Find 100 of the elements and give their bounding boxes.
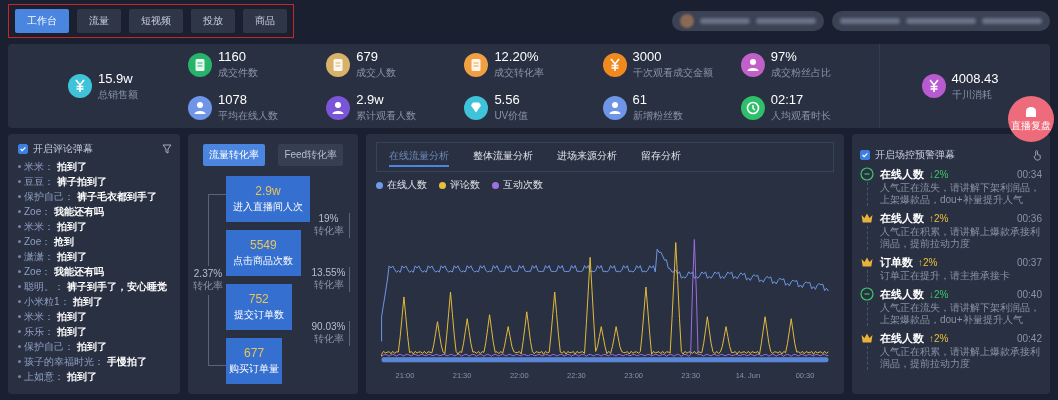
alert-text: 人气正在流失，请讲解下架利润品，上架爆款品，dou+补量提升人气 xyxy=(880,302,1041,326)
account-pill[interactable] xyxy=(832,11,1050,31)
stat-value: 2.9w xyxy=(356,92,385,107)
nav-tab[interactable]: 工作台 xyxy=(15,9,69,33)
alert-change: ↓2% xyxy=(929,169,949,180)
comment-author: 米米： xyxy=(24,220,54,233)
stat-value: 61 xyxy=(632,92,649,107)
alert-change: ↑2% xyxy=(918,257,938,268)
funnel-tab[interactable]: Feed转化率 xyxy=(278,144,344,166)
stat-label: 成交转化率 xyxy=(494,66,545,80)
alert-title: 在线人数 xyxy=(880,287,924,302)
stat-label: 千次观看成交金额 xyxy=(632,66,713,80)
chart-tab[interactable]: 整体流量分析 xyxy=(473,147,533,167)
legend-label: 评论数 xyxy=(450,178,480,192)
stat-value: 97% xyxy=(770,49,798,64)
checkbox[interactable] xyxy=(18,144,28,154)
axis-label: 21:30 xyxy=(452,370,472,381)
legend-label: 互动次数 xyxy=(503,178,543,192)
comment-text: 拍到了 xyxy=(72,295,103,308)
alert-text: 人气正在流失，请讲解下架利润品，上架爆款品，dou+补量提升人气 xyxy=(880,182,1041,206)
rate-label: 转化率 xyxy=(193,278,223,293)
comment-text: 裤子拍到了 xyxy=(57,175,107,188)
alert-title: 在线人数 xyxy=(880,211,924,226)
stat-value: 3000 xyxy=(632,49,663,64)
comment-author: 上如意： xyxy=(24,370,64,383)
alert-time: 00:40 xyxy=(1016,289,1042,300)
axis-label: 00:30 xyxy=(795,370,815,381)
range-slider[interactable] xyxy=(381,357,829,363)
comment-text: 拍到了 xyxy=(57,220,87,233)
stat-label: 成交人数 xyxy=(356,66,397,80)
funnel-tab[interactable]: 流量转化率 xyxy=(202,144,265,166)
filter-icon[interactable] xyxy=(162,144,172,154)
alert-change: ↓2% xyxy=(929,289,949,300)
stat-value: 4008.43 xyxy=(951,70,999,86)
alert-text: 订单正在提升，请主推承接卡 xyxy=(880,270,1011,282)
step-label: 购买订单量 xyxy=(229,362,280,376)
panel-title: 开启场控预警弹幕 xyxy=(875,148,956,162)
rate-value: 2.37% xyxy=(193,267,223,279)
stat-label: 新增粉丝数 xyxy=(632,109,683,123)
alert-title: 在线人数 xyxy=(880,167,924,182)
bullet-icon xyxy=(18,195,21,198)
comment-text: 拍到了 xyxy=(67,370,97,383)
axis-label: 22:00 xyxy=(509,370,529,381)
step-value: 5549 xyxy=(250,238,277,252)
comment-author: 聪明。： xyxy=(24,280,64,293)
axis-label: 23:30 xyxy=(681,370,701,381)
step-value: 752 xyxy=(248,292,269,306)
axis-label: 21:00 xyxy=(395,370,415,381)
bullet-icon xyxy=(18,255,21,258)
comment-author: 潇潇： xyxy=(24,250,54,263)
stat-value: 1160 xyxy=(218,49,247,64)
comment-author: 保护自己： xyxy=(24,340,74,353)
stat-value: 1078 xyxy=(218,92,248,107)
comment-author: 米米： xyxy=(24,310,54,323)
alert-time: 00:42 xyxy=(1016,333,1042,344)
stat-label: 成交粉丝占比 xyxy=(770,66,831,80)
comment-author: Zoe： xyxy=(24,235,52,248)
rate-value: 90.03% xyxy=(311,321,346,332)
alert-title: 在线人数 xyxy=(880,331,924,346)
chart-tab[interactable]: 在线流量分析 xyxy=(389,147,449,167)
axis-label: 22:30 xyxy=(567,370,586,381)
stat-value: 679 xyxy=(356,49,379,64)
chart-tab[interactable]: 进场来源分析 xyxy=(557,147,617,167)
checkbox[interactable] xyxy=(860,150,870,160)
comment-author: 保护自己： xyxy=(24,190,74,203)
chart-tab[interactable]: 留存分析 xyxy=(641,147,681,167)
alert-change: ↑2% xyxy=(929,333,949,344)
bullet-icon xyxy=(18,375,21,378)
bullet-icon xyxy=(18,270,21,273)
nav-tab[interactable]: 投放 xyxy=(191,9,235,33)
comment-text: 我能还有吗 xyxy=(54,265,105,278)
comment-author: 孩子的幸福时光： xyxy=(24,355,104,368)
nav-tab[interactable]: 短视频 xyxy=(129,9,183,33)
hand-icon[interactable] xyxy=(1033,149,1042,161)
stat-label: 累计观看人数 xyxy=(356,109,417,123)
comment-author: 豆豆： xyxy=(24,175,54,188)
alert-title: 订单数 xyxy=(880,255,913,270)
alert-text: 人气正在积累，请讲解上爆款承接利润品，提前拉动力度 xyxy=(880,346,1041,370)
comment-text: 裤子毛衣都到手了 xyxy=(77,190,157,203)
axis-label: 23:00 xyxy=(624,370,643,381)
nav-tab[interactable]: 流量 xyxy=(77,9,121,33)
comment-text: 裤子到手了，安心睡觉 xyxy=(67,280,167,293)
stat-label: 千川消耗 xyxy=(951,87,993,102)
step-label: 提交订单数 xyxy=(233,308,284,322)
comment-author: 米米： xyxy=(24,160,54,173)
bullet-icon xyxy=(18,285,21,288)
bullet-icon xyxy=(18,330,21,333)
bullet-icon xyxy=(18,315,21,318)
comment-author: 乐乐： xyxy=(24,325,54,338)
step-label: 进入直播间人次 xyxy=(233,200,303,214)
rate-label: 转化率 xyxy=(313,278,344,292)
stat-label: 总销售额 xyxy=(98,87,138,102)
bullet-icon xyxy=(18,180,21,183)
stat-label: 平均在线人数 xyxy=(218,109,278,123)
nav-tab[interactable]: 商品 xyxy=(243,9,287,33)
bullet-icon xyxy=(18,210,21,213)
stat-label: 人均观看时长 xyxy=(770,109,831,123)
rate-label: 转化率 xyxy=(313,332,344,346)
comment-text: 拍到了 xyxy=(57,250,87,263)
account-pill[interactable] xyxy=(672,11,824,31)
